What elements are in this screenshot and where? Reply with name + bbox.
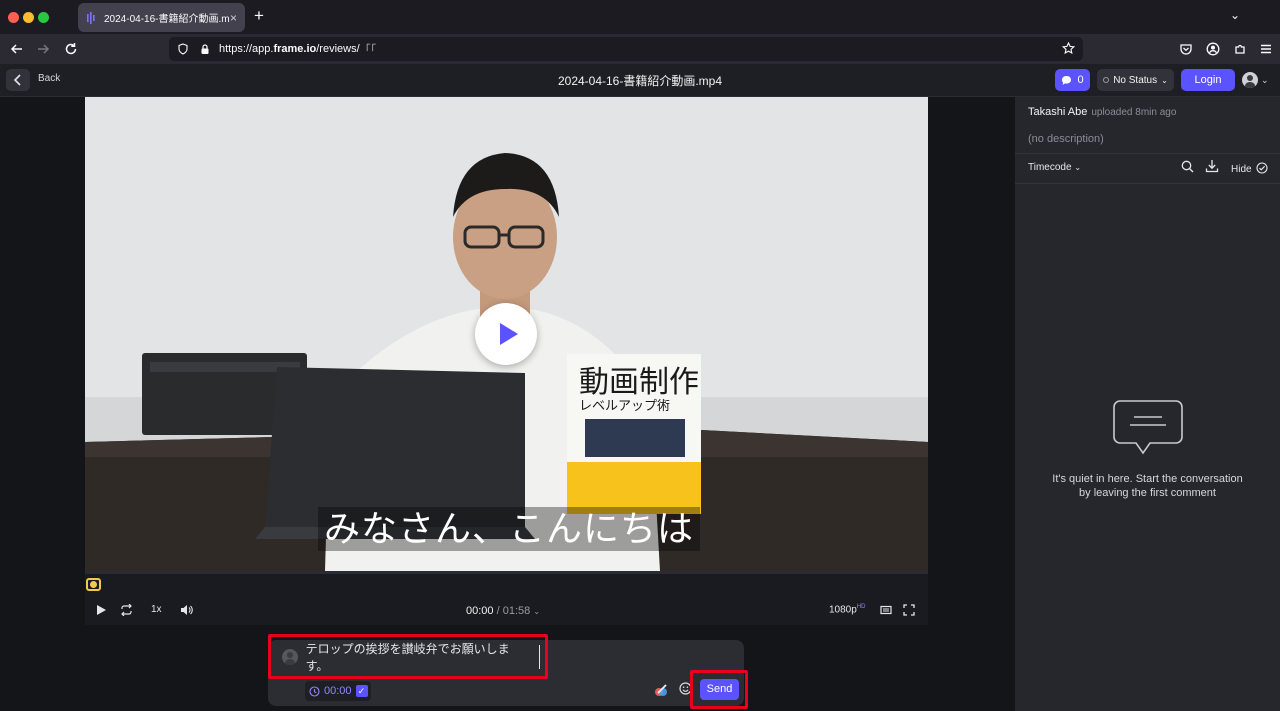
- comment-icon: [1062, 75, 1072, 85]
- status-dot-icon: [1103, 77, 1110, 83]
- comment-count-button[interactable]: 0: [1055, 69, 1090, 91]
- chevron-down-icon[interactable]: ⌄: [1230, 8, 1240, 22]
- extensions-icon[interactable]: [1231, 42, 1249, 56]
- timecode-checkbox[interactable]: ✓: [355, 685, 368, 697]
- comment-timecode: 00:00: [324, 685, 352, 697]
- browser-nav-bar: https://app. frame.io/reviews/「「: [0, 34, 1280, 64]
- text-caret: [539, 645, 540, 669]
- close-tab-icon[interactable]: ×: [230, 11, 237, 25]
- url-scheme: https://app.: [219, 43, 274, 55]
- user-menu-button[interactable]: ⌄: [1242, 70, 1272, 90]
- browser-tab-bar: 2024-04-16-書籍紹介動画.mp4 × + ⌄: [0, 0, 1280, 34]
- volume-icon[interactable]: [180, 604, 193, 616]
- download-icon[interactable]: [1205, 159, 1219, 173]
- avatar-icon: [282, 649, 298, 665]
- video-frame[interactable]: 動画制作 レベルアップ術 みなさん、こんにちは: [85, 97, 928, 571]
- chevron-down-icon: ⌄: [1074, 163, 1082, 172]
- comment-text: テロップの挨拶を讃岐弁でお願いします。: [305, 642, 510, 673]
- comment-count: 0: [1077, 74, 1084, 86]
- draw-icon[interactable]: [654, 683, 668, 697]
- search-icon[interactable]: [1181, 160, 1194, 173]
- fullscreen-icon[interactable]: [903, 604, 915, 616]
- review-header: Back 2024-04-16-書籍紹介動画.mp4 0 No Status ⌄…: [0, 64, 1280, 97]
- url-path: /reviews/: [316, 43, 360, 55]
- hd-badge: HD: [856, 604, 866, 610]
- url-host: frame.io: [273, 43, 317, 55]
- chevron-down-icon: ⌄: [533, 607, 541, 616]
- empty-comments-message: It's quiet in here. Start the conversati…: [1035, 472, 1260, 500]
- tab-title: 2024-04-16-書籍紹介動画.mp4: [104, 14, 230, 25]
- hide-label: Hide: [1231, 164, 1252, 175]
- account-icon[interactable]: [1204, 42, 1222, 56]
- timecode-toggle[interactable]: 00:00 ✓: [305, 681, 371, 701]
- back-button[interactable]: [6, 69, 30, 91]
- minimize-window-button[interactable]: [23, 12, 34, 23]
- quality-label: 1080p: [829, 604, 857, 616]
- player-controls: 1x 00:00 / 01:58 ⌄ 1080pHD: [85, 595, 928, 625]
- login-button[interactable]: Login: [1181, 69, 1235, 91]
- video-subtitle: みなさん、こんにちは: [318, 507, 701, 551]
- comments-panel: Takashi Abe uploaded 8min ago (no descrip…: [1015, 97, 1280, 711]
- quality-selector[interactable]: 1080pHD: [829, 604, 865, 615]
- frameio-favicon-icon: [87, 11, 95, 24]
- back-arrow-icon[interactable]: [8, 42, 26, 56]
- uploader-name: Takashi Abe: [1028, 106, 1088, 118]
- pocket-icon[interactable]: [1177, 42, 1195, 56]
- reload-icon[interactable]: [62, 42, 80, 56]
- divider: [1015, 153, 1280, 154]
- url-bar[interactable]: https://app. frame.io/reviews/「「: [169, 37, 1083, 61]
- empty-message-line1: It's quiet in here. Start the conversati…: [1052, 473, 1243, 485]
- current-time: 00:00: [466, 605, 494, 617]
- lock-icon[interactable]: [199, 43, 211, 55]
- send-button[interactable]: Send: [700, 679, 739, 700]
- shield-icon[interactable]: [177, 43, 189, 55]
- loop-icon[interactable]: [120, 604, 133, 616]
- sort-dropdown[interactable]: Timecode ⌄: [1028, 162, 1081, 173]
- new-tab-button[interactable]: +: [250, 6, 268, 26]
- comment-input[interactable]: テロップの挨拶を讃岐弁でお願いします。: [282, 642, 540, 673]
- playback-speed[interactable]: 1x: [151, 604, 162, 615]
- close-window-button[interactable]: [8, 12, 19, 23]
- upload-meta: uploaded 8min ago: [1091, 107, 1177, 118]
- svg-text:レベルアップ術: レベルアップ術: [579, 399, 670, 414]
- timeline-scrubber[interactable]: [85, 571, 928, 595]
- avatar-icon: [1242, 72, 1258, 88]
- back-label[interactable]: Back: [38, 73, 60, 84]
- star-icon[interactable]: [1062, 42, 1075, 55]
- duration: 01:58: [502, 605, 531, 617]
- aspect-icon[interactable]: [880, 604, 892, 616]
- file-description: (no description): [1028, 133, 1104, 145]
- chevron-down-icon: ⌄: [1161, 75, 1168, 85]
- browser-tab[interactable]: 2024-04-16-書籍紹介動画.mp4 ×: [78, 3, 245, 32]
- check-circle-icon: [1256, 162, 1268, 174]
- chevron-down-icon: ⌄: [1261, 74, 1269, 85]
- forward-arrow-icon[interactable]: [34, 42, 52, 56]
- status-label: No Status: [1113, 74, 1158, 86]
- menu-icon[interactable]: [1257, 42, 1275, 56]
- divider: [1015, 183, 1280, 184]
- chevron-left-icon: [13, 74, 21, 86]
- chat-bubble-icon: [1113, 400, 1183, 455]
- svg-text:動画制作: 動画制作: [579, 365, 699, 400]
- clock-icon: [309, 685, 320, 697]
- timecode-display[interactable]: 00:00 / 01:58 ⌄: [466, 605, 540, 617]
- status-dropdown[interactable]: No Status ⌄: [1097, 69, 1174, 91]
- hide-comments-button[interactable]: Hide: [1231, 162, 1268, 175]
- play-icon[interactable]: [96, 604, 107, 616]
- file-title: 2024-04-16-書籍紹介動画.mp4: [557, 74, 723, 88]
- sort-label: Timecode: [1028, 162, 1072, 173]
- playhead-marker-icon[interactable]: [86, 578, 101, 591]
- play-overlay-button[interactable]: [475, 303, 537, 365]
- url-path-rest: 「「: [359, 44, 377, 56]
- empty-message-line2: by leaving the first comment: [1079, 487, 1216, 499]
- zoom-window-button[interactable]: [38, 12, 49, 23]
- uploader-info: Takashi Abe uploaded 8min ago: [1028, 106, 1176, 118]
